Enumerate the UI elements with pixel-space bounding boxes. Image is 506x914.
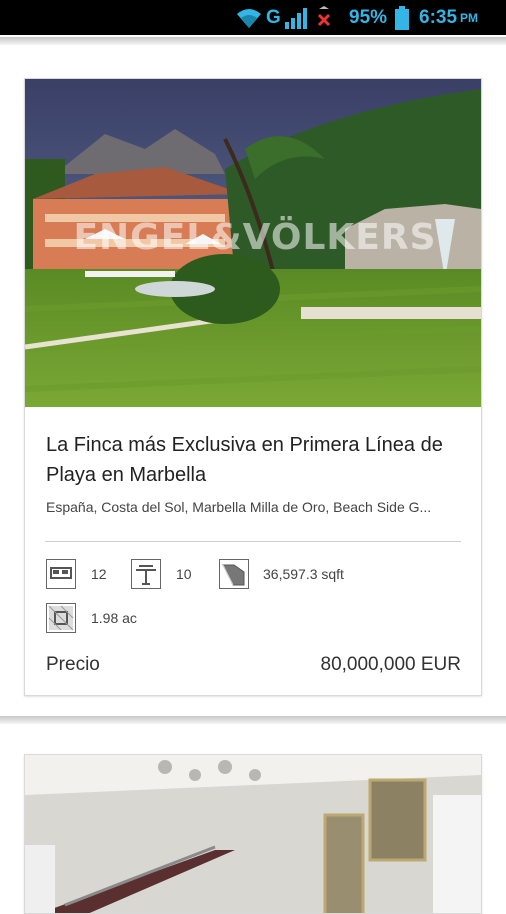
floor-area-icon xyxy=(219,559,249,589)
bath-icon xyxy=(131,559,161,589)
battery-percent: 95% xyxy=(349,7,388,28)
listing-card[interactable] xyxy=(24,754,482,914)
card-gap-shadow xyxy=(0,716,506,724)
land-area-icon xyxy=(46,603,76,633)
price-value: 80,000,000 EUR xyxy=(320,654,462,675)
header-shadow xyxy=(0,37,506,45)
battery-icon xyxy=(394,5,410,31)
property-photo[interactable]: ENGEL&VÖLKERS xyxy=(25,79,481,407)
photo-watermark: ENGEL&VÖLKERS xyxy=(73,217,437,258)
listing-feed[interactable]: ENGEL&VÖLKERS La Finca más Exclusiva en … xyxy=(0,35,506,914)
bed-icon xyxy=(46,559,76,589)
status-bar: G 95% 6:35 PM xyxy=(0,0,506,35)
listing-card[interactable]: ENGEL&VÖLKERS La Finca más Exclusiva en … xyxy=(24,78,482,696)
bedrooms-count: 12 xyxy=(91,566,107,582)
clock-suffix: PM xyxy=(460,11,479,25)
no-data-icon xyxy=(315,5,333,31)
property-photo[interactable] xyxy=(25,755,481,913)
land-area: 1.98 ac xyxy=(91,610,137,626)
listing-title[interactable]: La Finca más Exclusiva en Primera Línea … xyxy=(46,430,466,490)
clock-time: 6:35 xyxy=(419,7,458,28)
price-label: Precio xyxy=(46,654,100,675)
wifi-icon xyxy=(234,5,264,31)
interior-photo-illustration xyxy=(25,755,481,913)
listing-location: España, Costa del Sol, Marbella Milla de… xyxy=(46,499,432,515)
network-type-label: G xyxy=(266,7,281,28)
clock: 6:35 PM xyxy=(419,5,478,31)
bathrooms-count: 10 xyxy=(176,566,192,582)
card-divider xyxy=(45,541,461,542)
signal-icon xyxy=(284,5,308,31)
living-area: 36,597.3 sqft xyxy=(263,566,344,582)
